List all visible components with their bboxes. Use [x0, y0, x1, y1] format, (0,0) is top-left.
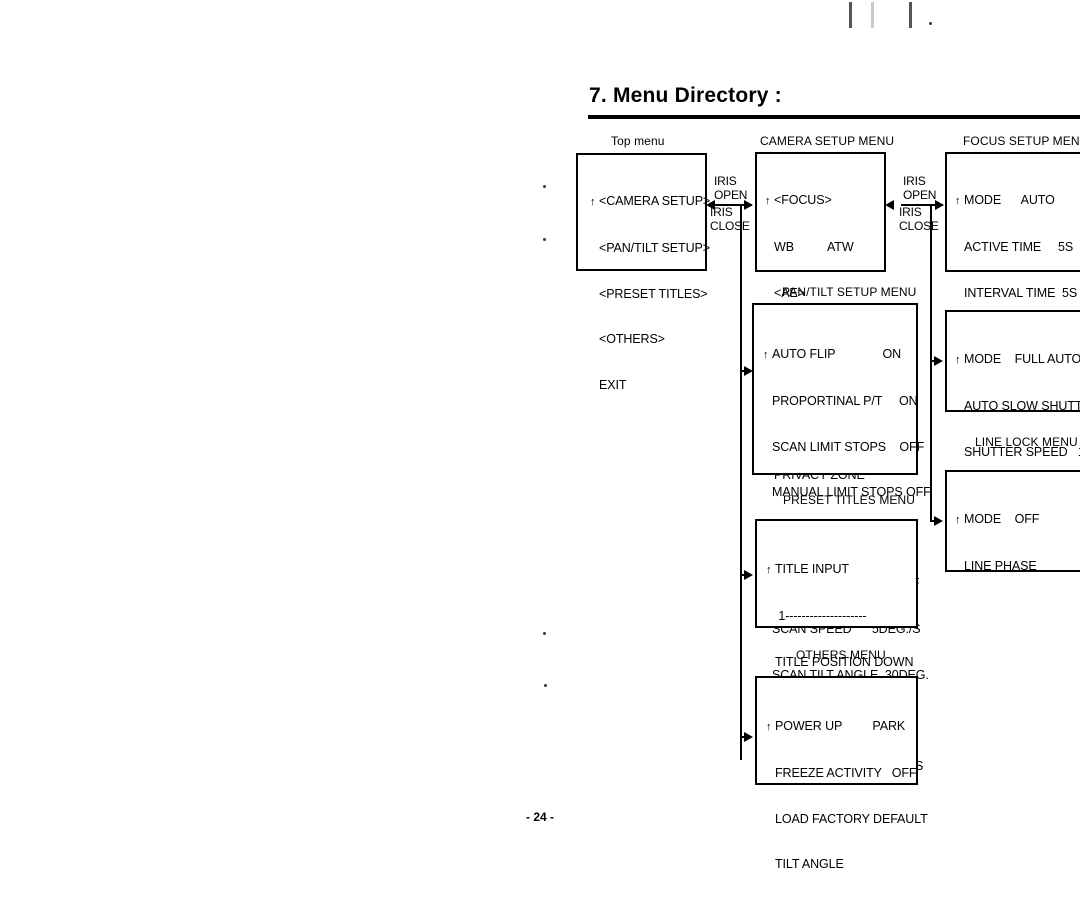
menu-row[interactable]: TILT ANGLE: [766, 857, 928, 872]
menu-row[interactable]: ↑ MODE FULL AUTO: [955, 352, 1080, 368]
arrow-to-others-menu-icon: [744, 732, 753, 742]
menu-row-label: <PAN/TILT SETUP>: [599, 241, 710, 256]
caption-camera-setup-menu: CAMERA SETUP MENU: [760, 134, 895, 148]
menu-row-label: TILT ANGLE: [775, 857, 844, 872]
menu-row-label: MODE FULL AUTO: [964, 352, 1080, 367]
box-ae-menu[interactable]: ↑MODE FULL AUTO AUTO SLOW SHUTTER OFF SH…: [945, 310, 1080, 550]
box-focus-setup-menu[interactable]: ↑ MODE AUTO ACTIVE TIME 5S INTERVAL TIME …: [945, 152, 1080, 345]
caption-preset-titles-menu: PRESET TITLES MENU: [783, 493, 916, 507]
scan-artifact-dot: [929, 22, 932, 25]
connector-label-iris-open-left: IRIS OPEN: [714, 174, 748, 202]
scan-artifact-dot: [544, 684, 547, 687]
menu-content-others-menu: ↑ POWER UP PARK FREEZE ACTIVITY OFF LOAD …: [766, 689, 928, 903]
menu-row[interactable]: SCAN LIMIT STOPS OFF: [763, 440, 931, 455]
caption-line-lock-menu: LINE LOCK MENU: [975, 435, 1078, 449]
menu-content-preset-titles-menu: ↑ TITLE INPUT 1-------------------- TITLE…: [766, 532, 913, 700]
menu-row[interactable]: AUTO SLOW SHUTTER OFF: [955, 399, 1080, 414]
menu-row[interactable]: 1--------------------: [766, 609, 913, 624]
menu-row-label: <OTHERS>: [599, 332, 665, 347]
cursor-arrow-icon: ↑: [763, 349, 769, 362]
menu-row[interactable]: EXIT: [590, 378, 710, 393]
menu-row-label: INTERVAL TIME 5S: [964, 285, 1078, 300]
cursor-arrow-icon: ↑: [955, 354, 961, 367]
menu-row[interactable]: ↑ <FOCUS>: [765, 193, 886, 209]
page-title: 7. Menu Directory :: [589, 84, 782, 107]
menu-row-label: ACTIVE TIME 5S: [964, 240, 1074, 255]
cursor-arrow-icon: ↑: [765, 195, 771, 208]
menu-row[interactable]: FREEZE ACTIVITY OFF: [766, 766, 928, 781]
box-line-lock-menu[interactable]: ↑MODE OFF LINE PHASE 180: [945, 470, 1080, 573]
scan-artifact-dot: [543, 632, 546, 635]
menu-row[interactable]: ↑ POWER UP PARK: [766, 719, 928, 735]
cursor-arrow-icon: ↑: [766, 564, 772, 577]
menu-row-label: SCAN LIMIT STOPS OFF: [772, 439, 925, 454]
manual-page: 7. Menu Directory : IRIS OPEN IRIS CLOSE…: [0, 0, 1080, 871]
page-number: - 24 -: [525, 810, 554, 824]
menu-row-label: PROPORTINAL P/T ON: [772, 394, 918, 409]
cursor-arrow-icon: ↑: [766, 721, 772, 734]
arrow-to-ae-menu-icon: [934, 356, 943, 366]
menu-row[interactable]: <OTHERS>: [590, 332, 710, 347]
menu-row[interactable]: ↑ TITLE INPUT: [766, 562, 913, 578]
menu-row-label: <CAMERA SETUP>: [599, 194, 711, 209]
cursor-arrow-icon: ↑: [590, 196, 596, 209]
caption-others-menu: OTHERS MENU: [796, 648, 886, 662]
arrow-to-preset-menu-icon: [744, 570, 753, 580]
menu-content-line-lock-menu: ↑MODE OFF LINE PHASE 180: [955, 482, 1080, 605]
menu-row-label: AUTO SLOW SHUTTER OFF: [964, 399, 1080, 414]
arrow-to-camera-menu-2-icon: [885, 200, 894, 210]
menu-row[interactable]: ↑ AUTO FLIP ON: [763, 347, 931, 363]
menu-row-label: EXIT: [599, 377, 627, 392]
cursor-arrow-icon: ↑: [955, 195, 961, 208]
menu-row[interactable]: ↑ MODE AUTO: [955, 193, 1080, 209]
caption-top-menu: Top menu: [611, 134, 665, 148]
menu-row-label: AUTO FLIP ON: [772, 347, 902, 362]
box-top-menu[interactable]: ↑ <CAMERA SETUP> <PAN/TILT SETUP> <PRESET…: [576, 153, 710, 392]
menu-row-label: WB ATW: [774, 240, 854, 255]
box-camera-setup-menu[interactable]: ↑<FOCUS> WB ATW <AE> ZOOM LIMIT x18 SHAR…: [755, 152, 886, 482]
menu-row-label: FREEZE ACTIVITY OFF: [775, 766, 917, 781]
scan-artifact-mark: [871, 2, 874, 28]
menu-row-label: <PRESET TITLES>: [599, 286, 708, 301]
box-pan-tilt-setup-menu[interactable]: ↑ AUTO FLIP ON PROPORTINAL P/T ON SCAN LI…: [752, 303, 931, 773]
menu-row-label: 1--------------------: [775, 609, 867, 624]
scan-artifact-mark: [909, 2, 912, 28]
connector-trunk-left: [740, 204, 742, 760]
menu-row[interactable]: INTERVAL TIME 5S: [955, 286, 1080, 301]
connector-label-iris-close-left: IRIS CLOSE: [710, 205, 750, 233]
caption-focus-setup-menu: FOCUS SETUP MENU: [963, 134, 1080, 148]
menu-row-label: MODE OFF: [964, 512, 1040, 527]
scan-artifact-mark: [849, 2, 852, 28]
arrow-to-linelock-menu-icon: [934, 516, 943, 526]
caption-pan-tilt-setup-menu: PAN/TILT SETUP MENU: [782, 285, 917, 299]
menu-content-top-menu: ↑ <CAMERA SETUP> <PAN/TILT SETUP> <PRESET…: [590, 164, 710, 423]
cursor-arrow-icon: ↑: [955, 514, 961, 527]
menu-row[interactable]: LINE PHASE 180: [955, 559, 1080, 574]
menu-row[interactable]: ACTIVE TIME 5S: [955, 240, 1080, 255]
box-others-menu[interactable]: ↑ POWER UP PARK FREEZE ACTIVITY OFF LOAD …: [755, 676, 928, 871]
menu-row[interactable]: PROPORTINAL P/T ON: [763, 394, 931, 409]
menu-row-label: POWER UP PARK: [775, 719, 906, 734]
menu-row-label: <FOCUS>: [774, 193, 832, 208]
connector-label-iris-close-right: IRIS CLOSE: [899, 205, 939, 233]
menu-row-label: TITLE INPUT: [775, 562, 849, 577]
connector-label-iris-open-right: IRIS OPEN: [903, 174, 937, 202]
menu-row[interactable]: ↑ MODE OFF: [955, 512, 1080, 528]
menu-row[interactable]: <PAN/TILT SETUP>: [590, 241, 710, 256]
scan-artifact-dot: [543, 185, 546, 188]
menu-row-label: MODE AUTO: [964, 193, 1055, 208]
menu-row[interactable]: <PRESET TITLES>: [590, 287, 710, 302]
title-divider: [588, 115, 1080, 119]
menu-row-label: LINE PHASE 180: [964, 559, 1037, 574]
menu-row[interactable]: WB ATW: [765, 240, 886, 255]
box-preset-titles-menu[interactable]: ↑ TITLE INPUT 1-------------------- TITLE…: [755, 519, 918, 669]
menu-row[interactable]: ↑ <CAMERA SETUP>: [590, 194, 710, 210]
scan-artifact-dot: [543, 238, 546, 241]
